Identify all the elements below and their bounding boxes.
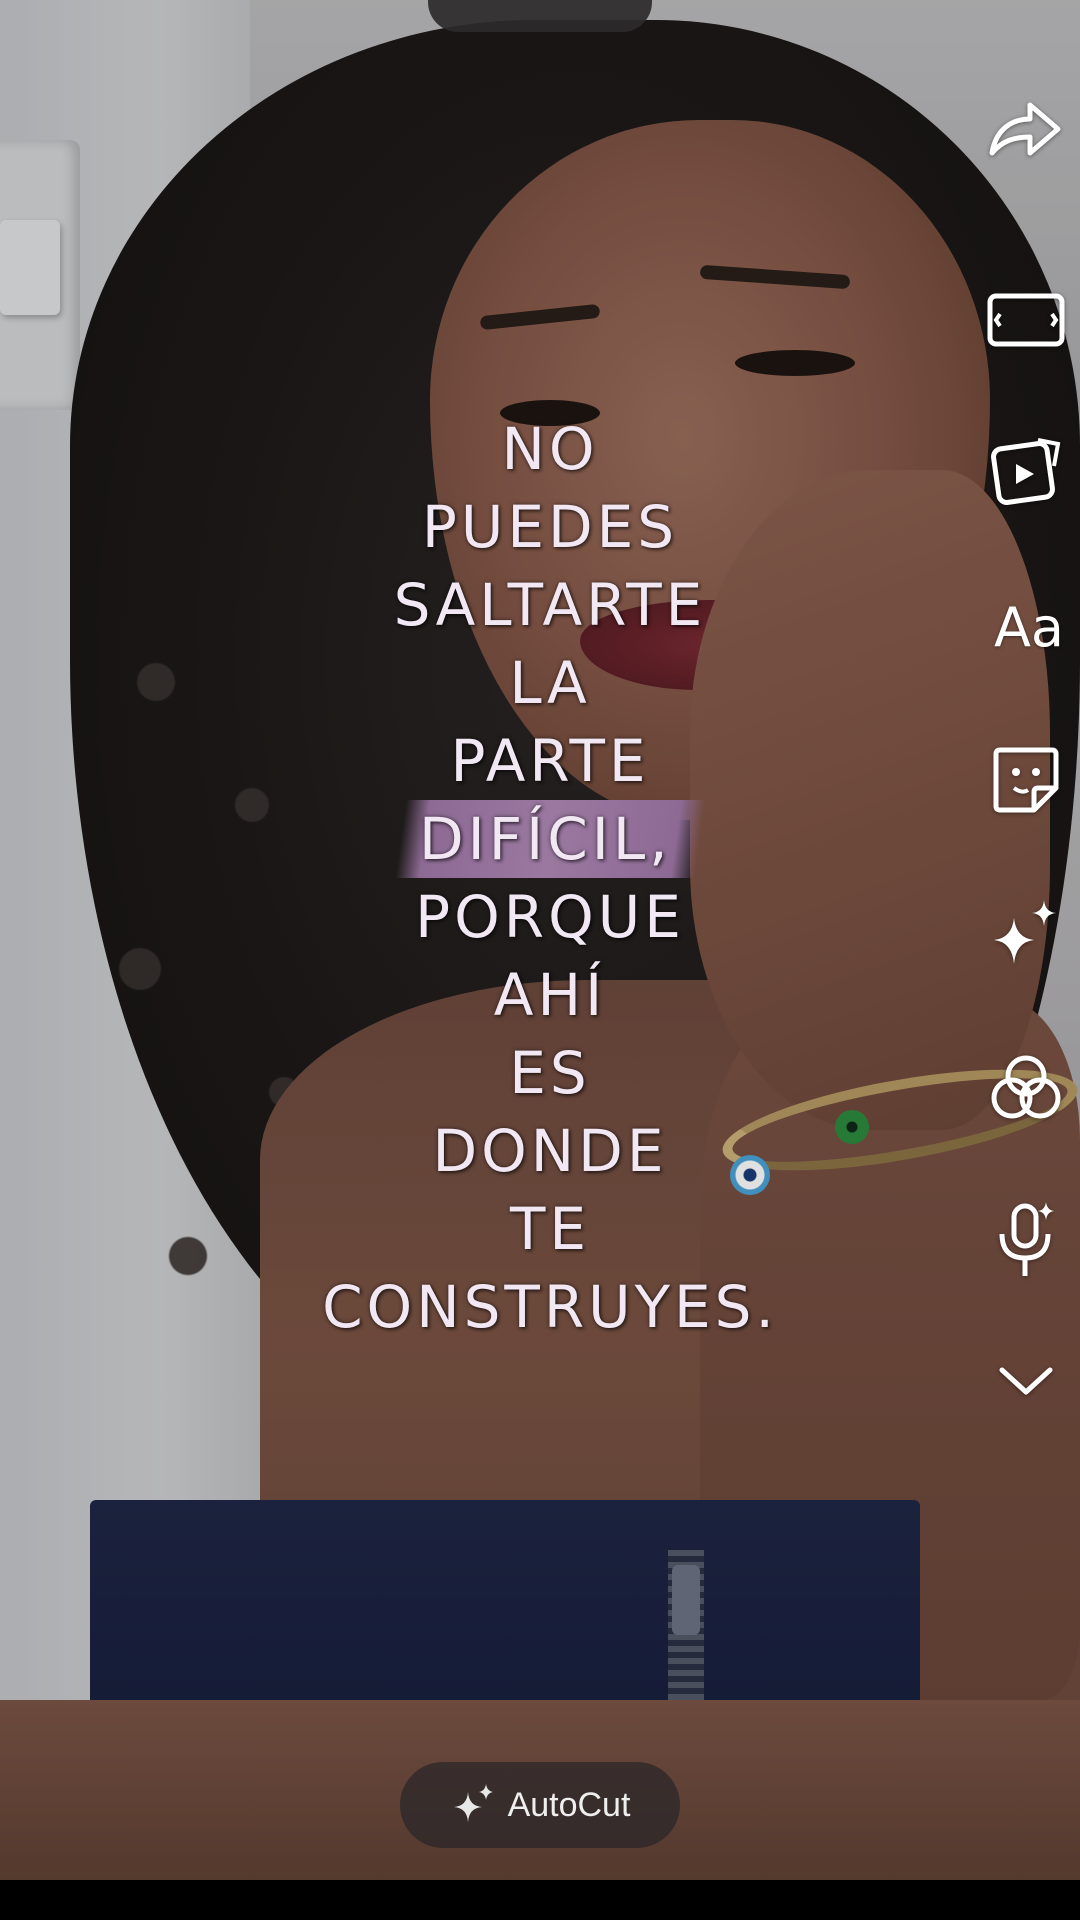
filters-button[interactable] xyxy=(984,1048,1068,1132)
caption-line: AHÍ xyxy=(493,961,607,1029)
sticker-button[interactable] xyxy=(984,740,1068,824)
aspect-ratio-button[interactable] xyxy=(984,280,1068,364)
voice-effects-icon xyxy=(986,1198,1066,1286)
caption-line: CONSTRUYES. xyxy=(322,1273,778,1341)
caption-line: PARTE xyxy=(450,727,650,795)
filters-icon xyxy=(986,1048,1066,1132)
effects-sparkle-icon xyxy=(986,894,1066,978)
sparkle-icon xyxy=(450,1782,496,1828)
caption-line: PUEDES xyxy=(421,493,679,561)
voice-effects-button[interactable] xyxy=(984,1200,1068,1284)
aspect-ratio-icon xyxy=(986,290,1066,354)
caption-highlight: DIFÍCIL, xyxy=(395,800,705,878)
camera-notch xyxy=(428,0,652,32)
text-icon: Aa xyxy=(993,596,1065,659)
effects-button[interactable] xyxy=(984,894,1068,978)
chevron-down-icon xyxy=(996,1360,1056,1404)
video-clips-icon xyxy=(986,432,1066,516)
autocut-button[interactable]: AutoCut xyxy=(400,1762,680,1848)
story-editor-screen: NO PUEDES SALTARTE LA PARTE DIFÍCIL, PORQUE AHÍ… xyxy=(0,0,1080,1920)
caption-line: LA xyxy=(509,649,591,717)
caption-line: PORQUE xyxy=(415,883,685,951)
video-clips-button[interactable] xyxy=(984,432,1068,516)
sticker-icon xyxy=(986,740,1066,824)
caption-line: DIFÍCIL, xyxy=(290,800,810,878)
bottom-bar xyxy=(0,1880,1080,1920)
text-tool-button[interactable]: Aa xyxy=(984,586,1074,670)
caption-line: ES xyxy=(509,1039,591,1107)
caption-highlight-text: DIFÍCIL, xyxy=(418,805,672,873)
caption-line: TE xyxy=(509,1195,591,1263)
more-tools-button[interactable] xyxy=(984,1340,1068,1424)
story-text-caption[interactable]: NO PUEDES SALTARTE LA PARTE DIFÍCIL, PORQUE AHÍ… xyxy=(290,410,810,1346)
caption-line: DONDE xyxy=(432,1117,668,1185)
autocut-label: AutoCut xyxy=(507,1785,631,1824)
share-button[interactable] xyxy=(984,90,1068,174)
caption-line: NO xyxy=(501,415,599,483)
share-icon xyxy=(986,95,1066,169)
caption-line: SALTARTE xyxy=(393,571,707,639)
